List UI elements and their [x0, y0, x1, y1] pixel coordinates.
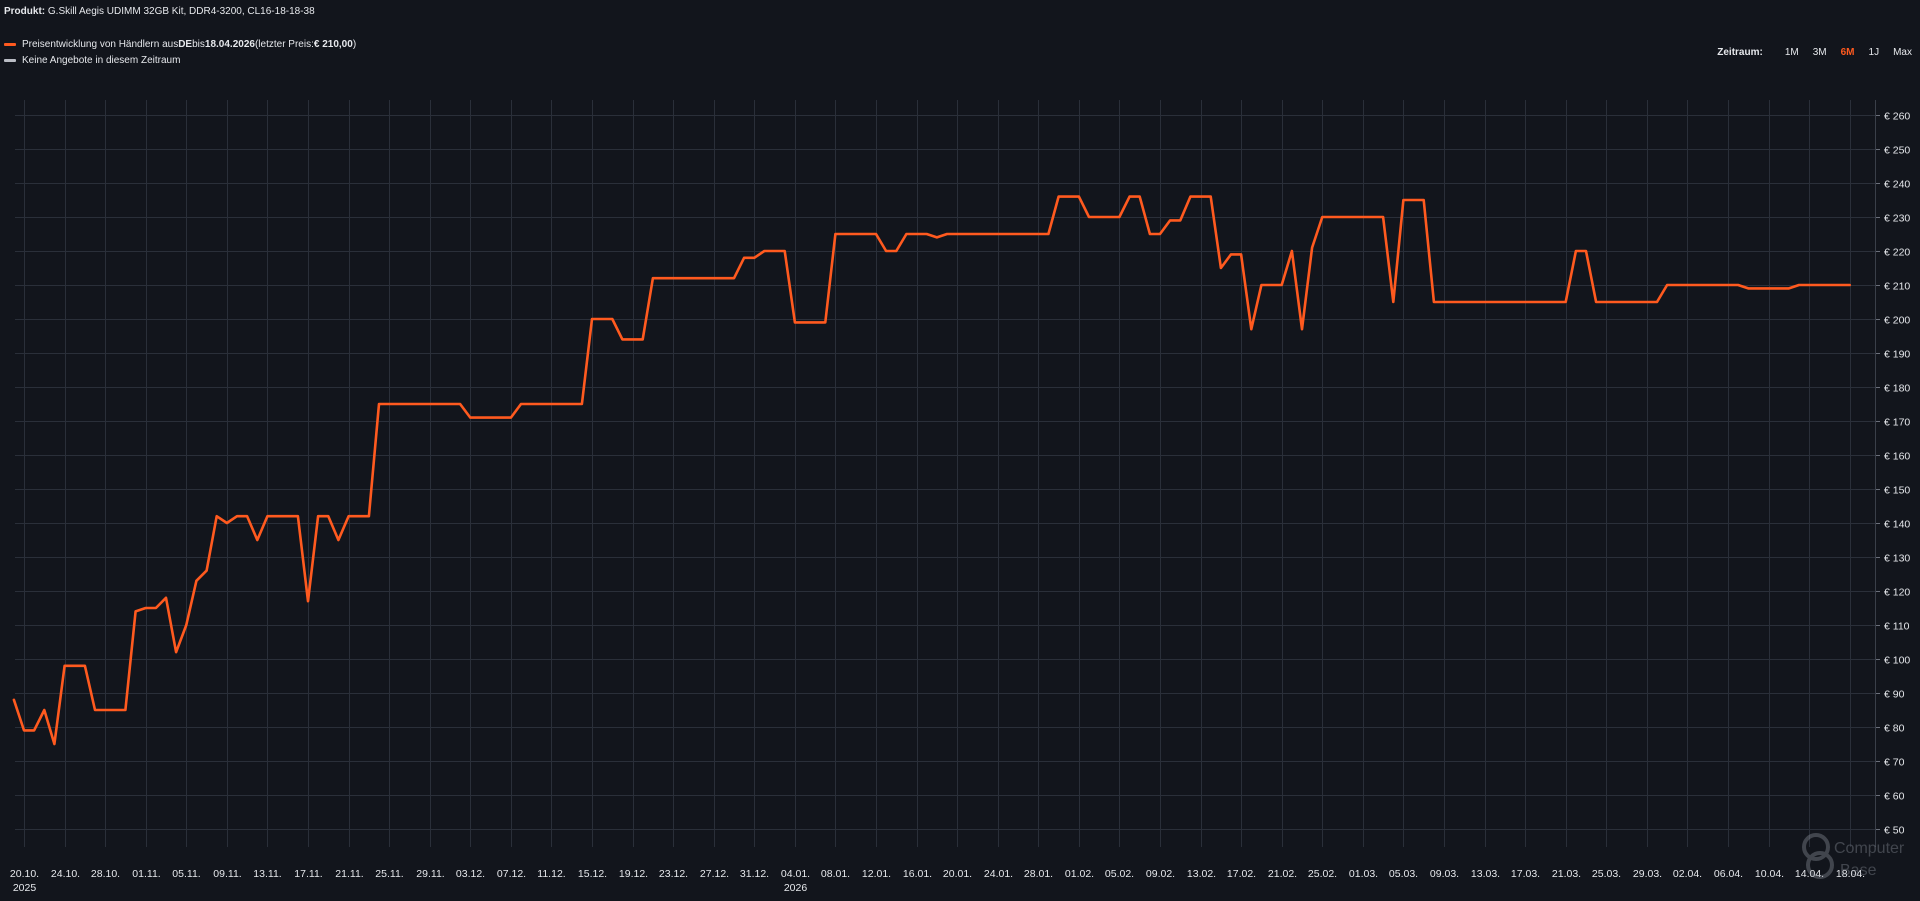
y-tick-label: € 110 [1884, 621, 1910, 633]
x-tick-label: 03.12. [456, 868, 485, 880]
x-tick-label: 21.02. [1268, 868, 1297, 880]
x-tick-label: 13.02. [1187, 868, 1216, 880]
y-tick-label: € 80 [1884, 723, 1905, 735]
x-axis-ticks: 20.10. 2025 24.10. 28.10. 01.11. 05.11. 09.11.… [10, 868, 1865, 894]
price-history-widget: Produkt: G.Skill Aegis UDIMM 32GB Kit, D… [0, 0, 1920, 901]
x-tick-label: 01.11. [132, 868, 160, 880]
x-tick-year-label: 2026 [784, 882, 808, 894]
x-tick-label: 21.11. [335, 868, 363, 880]
x-tick-label: 24.01. [984, 868, 1013, 880]
y-tick-label: € 100 [1884, 655, 1910, 667]
x-tick-label: 12.01. [862, 868, 891, 880]
x-tick-label: 08.01. [821, 868, 850, 880]
x-tick-label: 28.01. [1024, 868, 1053, 880]
x-tick-label: 13.03. [1471, 868, 1500, 880]
x-tick-label: 29.03. [1633, 868, 1662, 880]
computerbase-watermark-icon: Computer Base [1802, 833, 1905, 879]
x-tick-label: 29.11. [416, 868, 444, 880]
x-tick-label: 17.11. [294, 868, 322, 880]
series-layer [12, 195, 1851, 746]
y-tick-label: € 190 [1884, 349, 1910, 361]
y-tick-label: € 140 [1884, 519, 1910, 531]
x-tick-label: 09.02. [1146, 868, 1175, 880]
x-tick-label: 16.01. [903, 868, 932, 880]
x-tick-label: 17.03. [1511, 868, 1540, 880]
x-tick-label: 25.11. [375, 868, 403, 880]
x-tick-label: 02.04. [1673, 868, 1702, 880]
y-tick-label: € 230 [1884, 213, 1910, 225]
y-tick-label: € 160 [1884, 451, 1910, 463]
x-tick-label: 10.04. [1755, 868, 1784, 880]
x-tick-label: 25.03. [1592, 868, 1621, 880]
series-line-price [12, 195, 1851, 746]
y-tick-label: € 220 [1884, 247, 1910, 259]
x-tick-label: 23.12. [659, 868, 688, 880]
y-tick-label: € 240 [1884, 179, 1910, 191]
x-tick-label: 28.10. [91, 868, 120, 880]
y-tick-label: € 260 [1884, 111, 1910, 123]
y-tick-label: € 170 [1884, 417, 1910, 429]
y-tick-label: € 210 [1884, 281, 1910, 293]
x-tick-label: 13.11. [253, 868, 281, 880]
x-tick-label: 17.02. [1227, 868, 1256, 880]
x-tick-label: 20.10. [10, 868, 39, 880]
x-tick-label: 07.12. [497, 868, 526, 880]
price-chart[interactable]: € 50€ 60€ 70€ 80€ 90€ 100€ 110€ 120€ 130… [0, 0, 1920, 901]
y-tick-label: € 60 [1884, 791, 1905, 803]
watermark-text-bottom: Base [1840, 862, 1877, 879]
horizontal-gridlines [15, 115, 1875, 830]
y-tick-label: € 130 [1884, 553, 1910, 565]
x-tick-label: 19.12. [619, 868, 648, 880]
x-tick-label: 09.03. [1430, 868, 1459, 880]
y-tick-label: € 70 [1884, 757, 1905, 769]
x-tick-label: 01.02. [1065, 868, 1094, 880]
vertical-gridlines [24, 100, 1851, 847]
x-tick-label: 06.04. [1714, 868, 1743, 880]
x-tick-label: 05.02. [1105, 868, 1134, 880]
y-tick-label: € 120 [1884, 587, 1910, 599]
watermark-text-top: Computer [1834, 840, 1905, 857]
x-tick-label: 05.11. [172, 868, 200, 880]
y-tick-label: € 90 [1884, 689, 1905, 701]
x-tick-label: 11.12. [537, 868, 565, 880]
x-tick-label: 21.03. [1552, 868, 1581, 880]
x-tick-label: 01.03. [1349, 868, 1378, 880]
x-tick-label: 04.01. [781, 868, 810, 880]
x-tick-label: 20.01. [943, 868, 972, 880]
x-tick-label: 15.12. [578, 868, 607, 880]
x-tick-label: 05.03. [1389, 868, 1418, 880]
x-tick-year-label: 2025 [13, 882, 37, 894]
x-tick-label: 27.12. [700, 868, 729, 880]
y-tick-label: € 250 [1884, 145, 1910, 157]
y-axis-ticks: € 50€ 60€ 70€ 80€ 90€ 100€ 110€ 120€ 130… [1875, 100, 1910, 847]
x-tick-label: 25.02. [1308, 868, 1337, 880]
y-tick-label: € 180 [1884, 383, 1910, 395]
y-tick-label: € 150 [1884, 485, 1910, 497]
x-tick-label: 09.11. [213, 868, 241, 880]
x-tick-label: 31.12. [740, 868, 769, 880]
y-tick-label: € 200 [1884, 315, 1910, 327]
x-tick-label: 24.10. [51, 868, 80, 880]
